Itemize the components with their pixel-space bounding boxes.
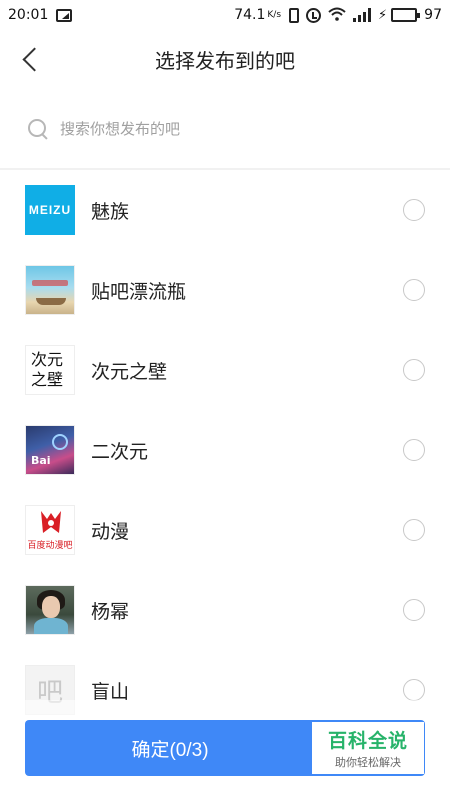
search-input[interactable] bbox=[60, 120, 390, 138]
search-icon bbox=[27, 118, 49, 140]
bar-name: 贴吧漂流瓶 bbox=[91, 280, 187, 303]
select-radio[interactable] bbox=[403, 439, 425, 461]
select-radio[interactable] bbox=[403, 279, 425, 301]
list-item[interactable]: MEIZU 魅族 bbox=[0, 170, 450, 250]
select-radio[interactable] bbox=[403, 519, 425, 541]
select-radio[interactable] bbox=[403, 359, 425, 381]
back-button[interactable] bbox=[16, 42, 46, 76]
list-item[interactable]: Bai 二次元 bbox=[0, 410, 450, 490]
bar-name: 杨幂 bbox=[91, 600, 130, 623]
list-item[interactable]: 百度动漫吧 动漫 bbox=[0, 490, 450, 570]
battery-level: 97 bbox=[424, 7, 442, 23]
alarm-clock-icon bbox=[306, 7, 322, 23]
search-bar[interactable] bbox=[0, 103, 450, 155]
anime-logo-icon bbox=[41, 511, 61, 533]
anime-world-bar-avatar: Bai bbox=[25, 425, 75, 475]
net-speed-unit: K/s bbox=[267, 9, 282, 20]
wifi-icon bbox=[328, 7, 346, 23]
bar-name: 次元之壁 bbox=[91, 360, 168, 383]
watermark-subtitle: 助你轻松解决 bbox=[335, 756, 401, 769]
watermark-title: 百科全说 bbox=[327, 730, 408, 752]
meizu-bar-avatar: MEIZU bbox=[25, 185, 75, 235]
list-item[interactable]: 次元 之壁 次元之壁 bbox=[0, 330, 450, 410]
list-item[interactable]: 杨幂 bbox=[0, 570, 450, 650]
select-radio[interactable] bbox=[403, 679, 425, 701]
list-item[interactable]: 贴吧漂流瓶 bbox=[0, 250, 450, 330]
thumb-text: 百度动漫吧 bbox=[27, 541, 73, 551]
notification-image-icon bbox=[56, 8, 73, 22]
bar-list: MEIZU 魅族 贴吧漂流瓶 次元 之壁 次元之壁 Bai 二次元 百度动漫吧 … bbox=[0, 170, 450, 730]
battery-icon bbox=[391, 8, 421, 22]
dimension-wall-bar-avatar: 次元 之壁 bbox=[25, 345, 75, 395]
yang-mi-bar-avatar bbox=[25, 585, 75, 635]
thumb-text: MEIZU bbox=[28, 203, 72, 217]
select-radio[interactable] bbox=[403, 599, 425, 621]
thumb-text: 之壁 bbox=[31, 370, 64, 389]
bar-name: 二次元 bbox=[91, 440, 149, 463]
cell-signal-icon bbox=[353, 8, 372, 22]
charging-bolt-icon: ⚡ bbox=[378, 7, 388, 23]
anime-bar-avatar: 百度动漫吧 bbox=[25, 505, 75, 555]
vibrate-icon bbox=[289, 7, 300, 23]
status-bar: 20:01 74.1 K/s ⚡ 97 bbox=[0, 0, 450, 30]
status-time: 20:01 bbox=[8, 7, 49, 23]
thumb-text: Bai bbox=[31, 454, 51, 467]
drift-bottle-bar-avatar bbox=[25, 265, 75, 315]
header-bar: 选择发布到的吧 bbox=[0, 30, 450, 88]
net-speed-value: 74.1 bbox=[234, 7, 266, 23]
watermark: 百科全说 助你轻松解决 bbox=[312, 722, 424, 774]
page-title: 选择发布到的吧 bbox=[155, 48, 295, 73]
thumb-text: 次元 bbox=[31, 350, 64, 369]
bar-name: 魅族 bbox=[91, 200, 130, 223]
select-radio[interactable] bbox=[403, 199, 425, 221]
bar-name: 动漫 bbox=[91, 520, 130, 543]
